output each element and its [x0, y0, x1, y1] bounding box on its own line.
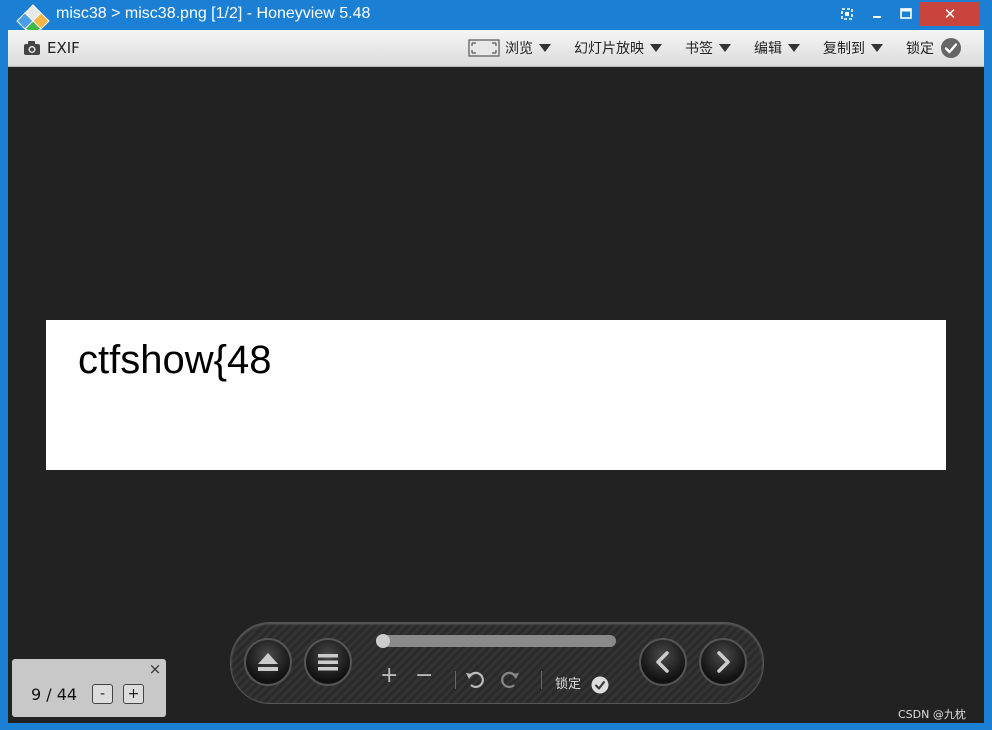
image-viewport[interactable]: ctfshow{48 × 9 / 44 - + + − 锁定 — [8, 67, 984, 723]
maximize-button[interactable] — [893, 2, 919, 26]
minimize-icon — [873, 16, 881, 18]
close-icon: ✕ — [943, 5, 957, 23]
menu-icon — [318, 654, 338, 671]
exif-button[interactable]: EXIF — [23, 30, 80, 66]
separator — [541, 671, 542, 689]
honeyview-logo-icon — [16, 4, 50, 33]
rotate-left-icon[interactable] — [464, 668, 486, 690]
lock-label: 锁定 — [906, 41, 934, 57]
chevron-down-icon — [719, 44, 731, 52]
chevron-left-icon — [656, 651, 669, 673]
watermark: CSDN @九枕 — [898, 708, 966, 721]
minimize-button[interactable] — [864, 2, 890, 26]
window-title: misc38 > misc38.png [1/2] - Honeyview 5.… — [56, 5, 371, 22]
bookmark-menu[interactable]: 书签 — [685, 30, 731, 66]
eject-icon — [258, 653, 278, 671]
browse-label: 浏览 — [505, 41, 533, 57]
page-counter: 9 / 44 — [31, 685, 78, 704]
browse-menu[interactable]: 浏览 — [468, 30, 551, 66]
chevron-down-icon — [788, 44, 800, 52]
zoom-out-button[interactable]: − — [415, 663, 433, 688]
next-button[interactable] — [699, 638, 747, 686]
increase-button[interactable]: + — [123, 684, 144, 704]
chevron-down-icon — [539, 44, 551, 52]
restore-window-button[interactable] — [834, 2, 860, 26]
zoom-in-button[interactable]: + — [380, 663, 398, 688]
decrease-button[interactable]: - — [92, 684, 113, 704]
check-circle-icon — [591, 676, 609, 693]
bookmark-label: 书签 — [685, 41, 713, 57]
slideshow-label: 幻灯片放映 — [574, 41, 644, 57]
maximize-icon — [900, 8, 912, 19]
displayed-image: ctfshow{48 — [46, 320, 946, 470]
slideshow-menu[interactable]: 幻灯片放映 — [574, 30, 662, 66]
progress-slider[interactable] — [376, 634, 616, 648]
progress-handle[interactable] — [376, 634, 390, 648]
menu-button[interactable] — [304, 638, 352, 686]
player-lock-toggle[interactable]: 锁定 — [555, 673, 609, 694]
separator — [455, 671, 456, 689]
exif-label: EXIF — [47, 39, 80, 57]
title-bar: misc38 > misc38.png [1/2] - Honeyview 5.… — [0, 0, 992, 33]
previous-button[interactable] — [639, 638, 687, 686]
chevron-down-icon — [871, 44, 883, 52]
chevron-down-icon — [650, 44, 662, 52]
lock-toggle[interactable]: 锁定 — [906, 30, 962, 66]
close-window-button[interactable]: ✕ — [920, 2, 980, 26]
image-text: ctfshow{48 — [78, 338, 272, 382]
rotate-right-icon[interactable] — [499, 668, 521, 690]
control-bar: + − 锁定 — [230, 622, 764, 704]
toolbar: EXIF 浏览 幻灯片放映 书签 编辑 复制到 锁定 — [8, 30, 984, 67]
edit-label: 编辑 — [754, 41, 782, 57]
copy-to-label: 复制到 — [823, 41, 865, 57]
player-lock-label: 锁定 — [555, 677, 582, 692]
chevron-right-icon — [717, 651, 730, 673]
copy-to-menu[interactable]: 复制到 — [823, 30, 883, 66]
close-panel-button[interactable]: × — [148, 661, 162, 677]
camera-icon — [24, 41, 40, 55]
page-counter-panel: × 9 / 44 - + — [12, 659, 166, 717]
restore-icon — [841, 8, 853, 20]
fit-screen-icon — [468, 39, 500, 57]
edit-menu[interactable]: 编辑 — [754, 30, 800, 66]
check-circle-icon — [941, 38, 961, 58]
eject-button[interactable] — [244, 638, 292, 686]
